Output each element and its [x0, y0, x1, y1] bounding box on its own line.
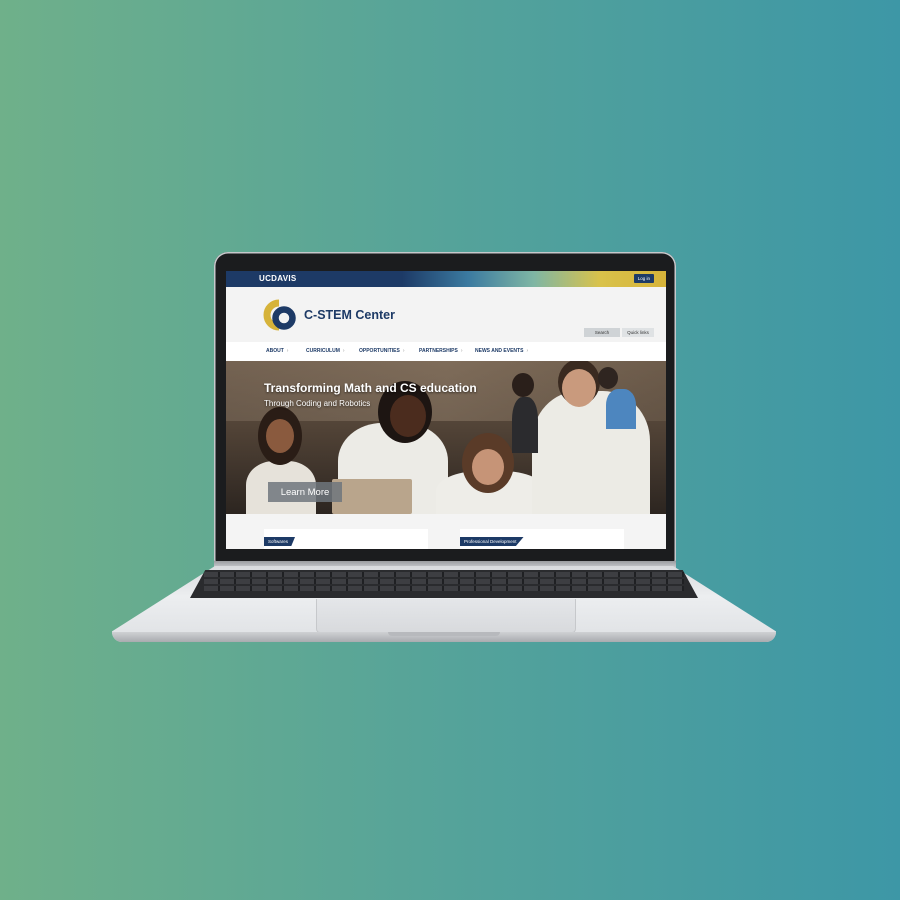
- laptop-notch: [388, 632, 500, 636]
- card-professional-development[interactable]: Professional Development: [460, 529, 624, 549]
- main-nav: ABOUT › CURRICULUM › OPPORTUNITIES › PARTNE…: [226, 342, 666, 362]
- nav-label: OPPORTUNITIES: [359, 348, 400, 354]
- hero-title: Transforming Math and CS education: [264, 381, 477, 395]
- nav-label: ABOUT: [266, 348, 284, 354]
- chevron-right-icon: ›: [460, 348, 463, 354]
- card-tag: Softwares: [264, 537, 296, 546]
- chevron-right-icon: ›: [342, 348, 345, 354]
- chevron-right-icon: ›: [286, 348, 289, 354]
- nav-label: CURRICULUM: [306, 348, 340, 354]
- nav-item-opportunities[interactable]: OPPORTUNITIES ›: [359, 348, 405, 354]
- content-section: Softwares Professional Development: [226, 514, 666, 549]
- hero-banner: Transforming Math and CS education Throu…: [226, 361, 666, 514]
- chevron-right-icon: ›: [526, 348, 529, 354]
- nav-item-curriculum[interactable]: CURRICULUM ›: [306, 348, 345, 354]
- card-tag: Professional Development: [460, 537, 524, 546]
- nav-item-news-and-events[interactable]: NEWS AND EVENTS ›: [475, 348, 528, 354]
- laptop-screen: UCDAVIS Log in C-STEM Center Search Quic…: [226, 271, 666, 549]
- university-bar: UCDAVIS Log in: [226, 271, 666, 287]
- hero-subtitle: Through Coding and Robotics: [264, 399, 371, 408]
- laptop-in-photo: [332, 479, 412, 514]
- login-button[interactable]: Log in: [633, 274, 654, 283]
- site-title[interactable]: C-STEM Center: [304, 308, 395, 322]
- ucdavis-logo[interactable]: UCDAVIS: [259, 274, 297, 283]
- search-button[interactable]: Search: [584, 328, 620, 337]
- nav-item-partnerships[interactable]: PARTNERSHIPS ›: [419, 348, 462, 354]
- cstem-logo-icon[interactable]: [263, 299, 297, 331]
- nav-label: PARTNERSHIPS: [419, 348, 458, 354]
- nav-item-about[interactable]: ABOUT ›: [266, 348, 288, 354]
- laptop-trackpad: [316, 599, 576, 633]
- learn-more-button[interactable]: Learn More: [268, 482, 342, 502]
- quick-links-button[interactable]: Quick links: [622, 328, 654, 337]
- site-header: C-STEM Center Search Quick links: [226, 287, 666, 342]
- card-softwares[interactable]: Softwares: [264, 529, 428, 549]
- laptop-keyboard: [190, 570, 698, 598]
- nav-label: NEWS AND EVENTS: [475, 348, 524, 354]
- chevron-right-icon: ›: [402, 348, 405, 354]
